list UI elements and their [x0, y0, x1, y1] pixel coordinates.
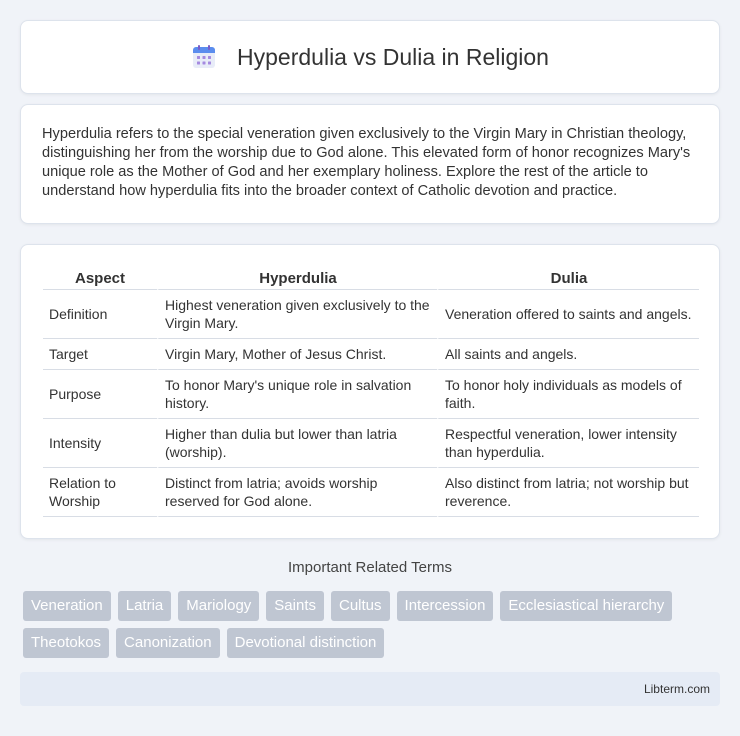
related-terms-title: Important Related Terms: [288, 559, 452, 576]
table-row: Relation to Worship Distinct from latria…: [43, 468, 699, 517]
header-hyperdulia: Hyperdulia: [157, 266, 437, 290]
tag-canonization[interactable]: Canonization: [116, 628, 220, 658]
comparison-table-card: Aspect Hyperdulia Dulia Definition Highe…: [20, 244, 720, 539]
cell-dulia: Respectful veneration, lower intensity t…: [437, 419, 699, 468]
cell-hyperdulia: To honor Mary's unique role in salvation…: [157, 370, 437, 419]
cell-aspect: Target: [43, 339, 157, 370]
cell-aspect: Intensity: [43, 419, 157, 468]
tag-devotional-distinction[interactable]: Devotional distinction: [226, 628, 385, 658]
title-card: Hyperdulia vs Dulia in Religion: [20, 20, 720, 94]
calendar-icon: [193, 45, 216, 68]
page-title: Hyperdulia vs Dulia in Religion: [237, 43, 549, 70]
header-dulia: Dulia: [437, 266, 699, 290]
tag-cultus[interactable]: Cultus: [331, 591, 390, 621]
tag-theotokos[interactable]: Theotokos: [23, 628, 110, 658]
tag-intercession[interactable]: Intercession: [396, 591, 494, 621]
intro-paragraph: Hyperdulia refers to the special venerat…: [42, 126, 691, 199]
tag-veneration[interactable]: Veneration: [23, 591, 111, 621]
table-row: Target Virgin Mary, Mother of Jesus Chri…: [43, 339, 699, 370]
cell-hyperdulia: Virgin Mary, Mother of Jesus Christ.: [157, 339, 437, 370]
cell-dulia: To honor holy individuals as models of f…: [437, 370, 699, 419]
cell-aspect: Definition: [43, 290, 157, 339]
cell-aspect: Purpose: [43, 370, 157, 419]
cell-dulia: Veneration offered to saints and angels.: [437, 290, 699, 339]
footer: Libterm.com: [20, 672, 720, 706]
tag-latria[interactable]: Latria: [117, 591, 172, 621]
header-aspect: Aspect: [43, 266, 157, 290]
cell-aspect: Relation to Worship: [43, 468, 157, 517]
cell-dulia: All saints and angels.: [437, 339, 699, 370]
table-row: Intensity Higher than dulia but lower th…: [43, 419, 699, 468]
tag-saints[interactable]: Saints: [266, 591, 324, 621]
intro-card: Hyperdulia refers to the special venerat…: [20, 104, 720, 224]
cell-hyperdulia: Highest veneration given exclusively to …: [157, 290, 437, 339]
footer-site-link[interactable]: Libterm.com: [644, 682, 710, 696]
related-terms-list: Veneration Latria Mariology Saints Cultu…: [23, 591, 723, 658]
comparison-table: Aspect Hyperdulia Dulia Definition Highe…: [43, 266, 699, 517]
table-header-row: Aspect Hyperdulia Dulia: [43, 266, 699, 290]
tag-ecclesiastical-hierarchy[interactable]: Ecclesiastical hierarchy: [500, 591, 673, 621]
tag-mariology[interactable]: Mariology: [178, 591, 260, 621]
table-row: Purpose To honor Mary's unique role in s…: [43, 370, 699, 419]
cell-hyperdulia: Distinct from latria; avoids worship res…: [157, 468, 437, 517]
cell-hyperdulia: Higher than dulia but lower than latria …: [157, 419, 437, 468]
table-row: Definition Highest veneration given excl…: [43, 290, 699, 339]
cell-dulia: Also distinct from latria; not worship b…: [437, 468, 699, 517]
